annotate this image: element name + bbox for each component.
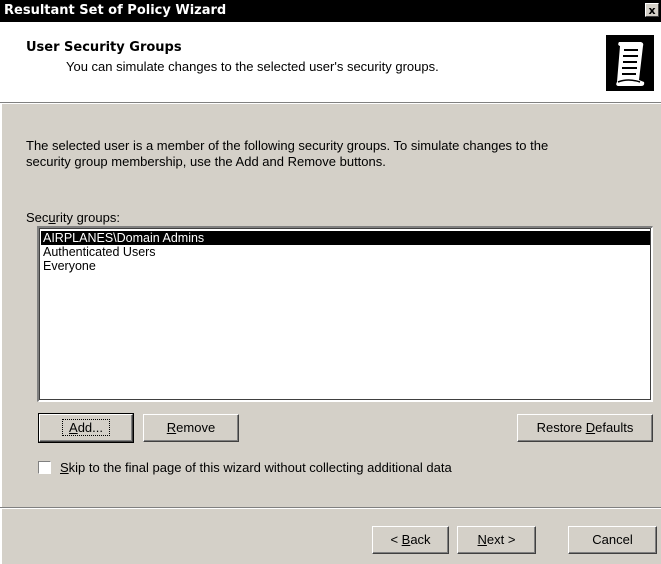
close-icon[interactable]: x — [645, 3, 659, 17]
wizard-header: User Security Groups You can simulate ch… — [0, 22, 661, 103]
scroll-document-icon — [606, 35, 654, 91]
next-button[interactable]: Next > — [457, 526, 536, 554]
page-title: User Security Groups — [26, 40, 182, 55]
intro-text: The selected user is a member of the fol… — [26, 138, 626, 170]
header-divider — [0, 103, 661, 104]
intro-line-2: security group membership, use the Add a… — [26, 154, 386, 169]
window-title: Resultant Set of Policy Wizard — [4, 3, 227, 18]
cancel-button[interactable]: Cancel — [568, 526, 657, 554]
list-item[interactable]: Everyone — [41, 259, 650, 273]
add-button[interactable]: Add... — [38, 413, 134, 443]
title-bar: Resultant Set of Policy Wizard x — [0, 0, 661, 22]
restore-defaults-button[interactable]: Restore Defaults — [517, 414, 653, 442]
skip-checkbox[interactable] — [38, 461, 51, 474]
back-button[interactable]: < Back — [372, 526, 449, 554]
list-item[interactable]: Authenticated Users — [41, 245, 650, 259]
security-groups-listbox[interactable]: AIRPLANES\Domain Admins Authenticated Us… — [37, 226, 653, 402]
skip-checkbox-label[interactable]: Skip to the final page of this wizard wi… — [60, 460, 452, 475]
security-groups-label: Security groups: — [26, 210, 120, 225]
remove-button[interactable]: Remove — [143, 414, 239, 442]
list-item[interactable]: AIRPLANES\Domain Admins — [41, 231, 650, 245]
page-subtitle: You can simulate changes to the selected… — [66, 59, 439, 74]
intro-line-1: The selected user is a member of the fol… — [26, 138, 549, 153]
